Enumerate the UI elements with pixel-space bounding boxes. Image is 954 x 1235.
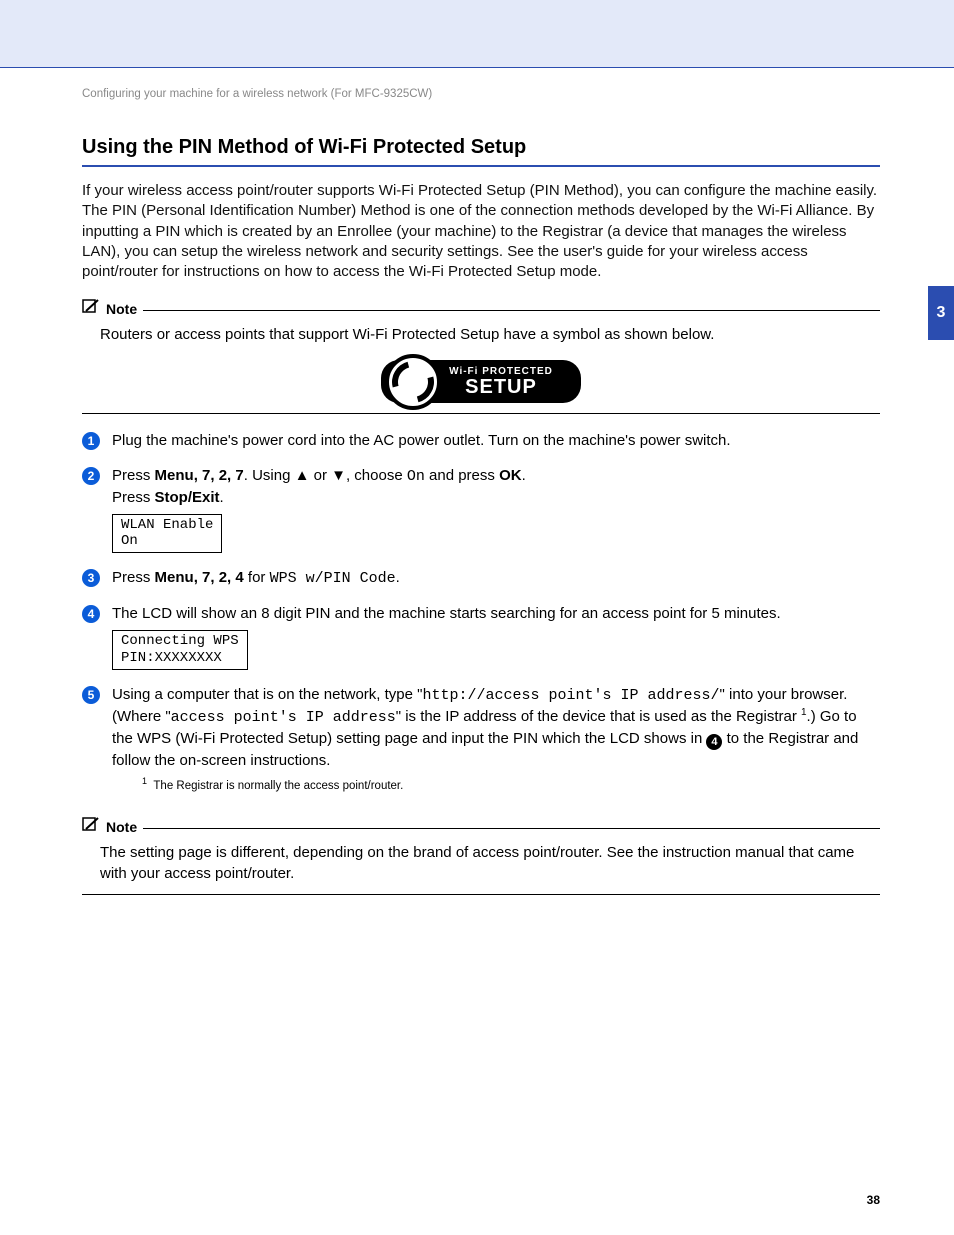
page-number: 38 xyxy=(867,1193,880,1207)
lcd-display-1: WLAN Enable On xyxy=(112,514,222,554)
step-2: 2 Press Menu, 7, 2, 7. Using ▲ or ▼, cho… xyxy=(82,465,880,554)
step-number-5: 5 xyxy=(82,686,100,704)
step-5-text: Using a computer that is on the network,… xyxy=(112,684,880,803)
note-block-1: Note Routers or access points that suppo… xyxy=(82,298,880,413)
divider xyxy=(82,413,880,414)
page-title: Using the PIN Method of Wi-Fi Protected … xyxy=(82,136,880,167)
wps-line1: Wi-Fi PROTECTED xyxy=(437,366,565,377)
step-3: 3 Press Menu, 7, 2, 4 for WPS w/PIN Code… xyxy=(82,567,880,589)
step-3-text: Press Menu, 7, 2, 4 for WPS w/PIN Code. xyxy=(112,567,400,589)
footnote: 1 The Registrar is normally the access p… xyxy=(142,775,880,794)
step-1: 1 Plug the machine's power cord into the… xyxy=(82,430,880,451)
step-number-3: 3 xyxy=(82,569,100,587)
step-1-text: Plug the machine's power cord into the A… xyxy=(112,430,731,451)
chapter-tab: 3 xyxy=(928,286,954,340)
step-2-text: Press Menu, 7, 2, 7. Using ▲ or ▼, choos… xyxy=(112,465,526,554)
step-4: 4 The LCD will show an 8 digit PIN and t… xyxy=(82,603,880,670)
note-label: Note xyxy=(106,301,137,317)
note-rule xyxy=(143,310,880,311)
note-text: Routers or access points that support Wi… xyxy=(100,325,880,345)
wps-arrows-icon xyxy=(385,354,441,410)
step-number-4: 4 xyxy=(82,605,100,623)
step-number-2: 2 xyxy=(82,467,100,485)
wps-line2: SETUP xyxy=(437,377,565,397)
steps-list: 1 Plug the machine's power cord into the… xyxy=(82,430,880,803)
note-rule xyxy=(143,828,880,829)
divider xyxy=(82,894,880,895)
note-icon xyxy=(82,298,100,319)
note-label: Note xyxy=(106,819,137,835)
step-ref-4-icon: 4 xyxy=(706,734,722,750)
step-4-text: The LCD will show an 8 digit PIN and the… xyxy=(112,603,781,670)
step-5: 5 Using a computer that is on the networ… xyxy=(82,684,880,803)
note-block-2: Note The setting page is different, depe… xyxy=(82,816,880,895)
step-number-1: 1 xyxy=(82,432,100,450)
lcd-display-2: Connecting WPS PIN:XXXXXXXX xyxy=(112,630,248,670)
top-band xyxy=(0,0,954,68)
note-icon xyxy=(82,816,100,837)
breadcrumb: Configuring your machine for a wireless … xyxy=(82,88,880,100)
page-content: Configuring your machine for a wireless … xyxy=(0,68,954,895)
note-text: The setting page is different, depending… xyxy=(100,843,880,884)
intro-paragraph: If your wireless access point/router sup… xyxy=(82,181,880,282)
wps-logo: Wi-Fi PROTECTED SETUP xyxy=(82,360,880,403)
